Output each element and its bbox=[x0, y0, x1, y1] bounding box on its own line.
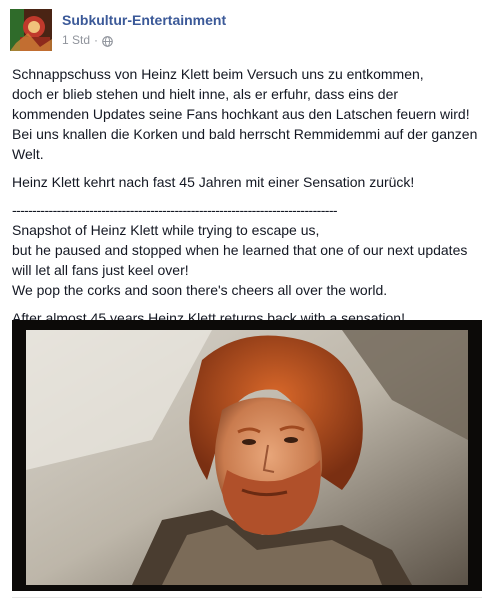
post-timestamp[interactable]: 1 Std bbox=[62, 32, 90, 48]
post-text-line: doch er blieb stehen und hielt inne, als… bbox=[12, 86, 399, 102]
post-text-line: Snapshot of Heinz Klett while trying to … bbox=[12, 222, 320, 238]
post-header: Subkultur-Entertainment 1 Std · bbox=[10, 9, 226, 53]
post-divider bbox=[12, 597, 482, 598]
post-text-line: but he paused and stopped when he learne… bbox=[12, 242, 468, 258]
post-paragraph: Schnappschuss von Heinz Klett beim Versu… bbox=[12, 64, 482, 164]
meta-separator: · bbox=[94, 33, 99, 47]
post-text-line: Heinz Klett kehrt nach fast 45 Jahren mi… bbox=[12, 174, 415, 190]
facebook-post: Subkultur-Entertainment 1 Std · Schnapps… bbox=[0, 0, 492, 604]
globe-icon[interactable] bbox=[102, 35, 113, 47]
separator-line: ----------------------------------------… bbox=[12, 202, 338, 218]
post-text-line: Schnappschuss von Heinz Klett beim Versu… bbox=[12, 66, 424, 82]
post-text-line: Welt. bbox=[12, 146, 44, 162]
post-paragraph: ----------------------------------------… bbox=[12, 200, 482, 300]
post-text-line: kommenden Updates seine Fans hochkant au… bbox=[12, 106, 470, 122]
post-paragraph: Heinz Klett kehrt nach fast 45 Jahren mi… bbox=[12, 172, 482, 192]
page-name-link[interactable]: Subkultur-Entertainment bbox=[62, 11, 226, 29]
post-text-line: will let all fans just keel over! bbox=[12, 262, 189, 278]
page-avatar[interactable] bbox=[10, 9, 52, 51]
post-text-line: We pop the corks and soon there's cheers… bbox=[12, 282, 388, 298]
post-meta: Subkultur-Entertainment 1 Std · bbox=[62, 11, 226, 48]
post-subline: 1 Std · bbox=[62, 32, 226, 48]
post-text: Schnappschuss von Heinz Klett beim Versu… bbox=[12, 64, 482, 336]
post-text-line: Bei uns knallen die Korken und bald herr… bbox=[12, 126, 478, 142]
post-photo[interactable] bbox=[12, 320, 482, 591]
